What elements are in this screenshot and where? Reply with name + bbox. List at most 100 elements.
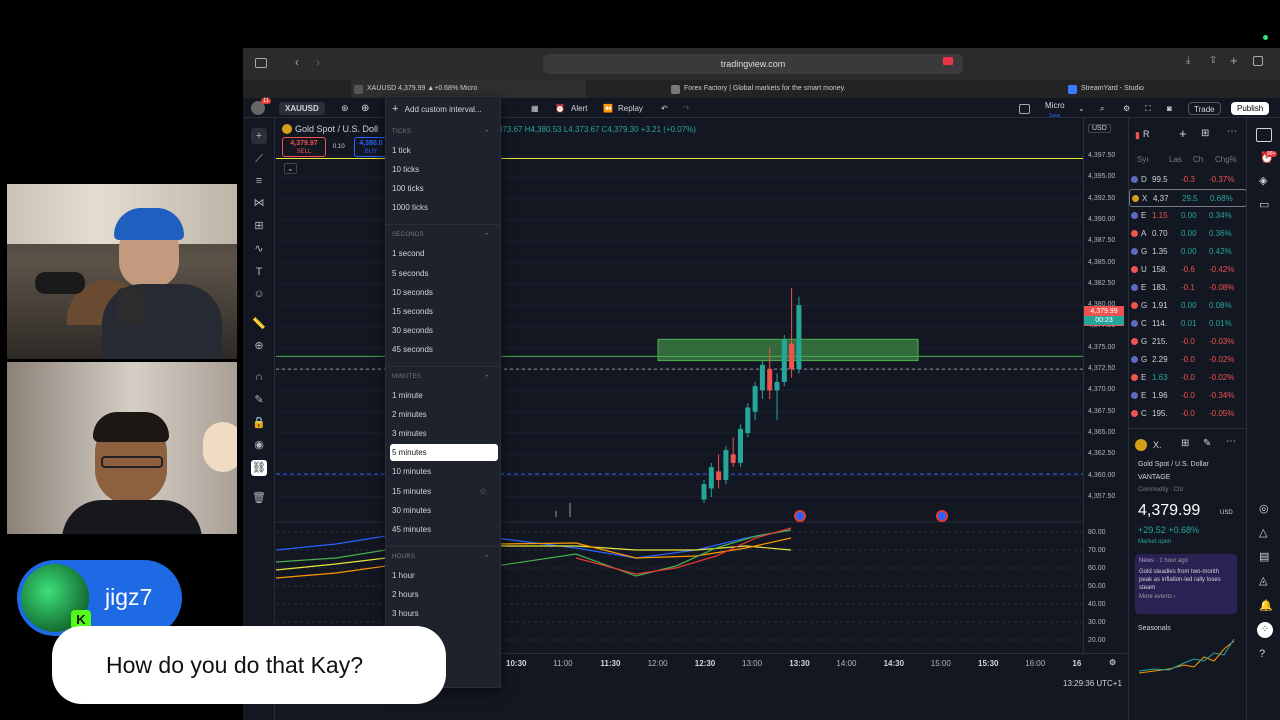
interval-option[interactable]: 1000 ticks [390, 199, 498, 216]
watchlist-row[interactable]: G 2.29 -0.0 -0.02% [1129, 351, 1247, 369]
watchlist-row[interactable]: A 0.70 0.00 0.36% [1129, 225, 1247, 243]
layout-grid-icon[interactable]: ▦ [531, 102, 539, 115]
price-axis[interactable]: USD 4,397.50 4,395.00 4,392.50 4,390.00 4,38… [1083, 118, 1127, 673]
layers-icon[interactable]: ◈ [1259, 174, 1267, 187]
back-icon[interactable]: ‹ [295, 55, 299, 69]
interval-option[interactable]: 1 minute [390, 387, 498, 404]
interval-option[interactable]: 45 seconds [390, 341, 498, 358]
chevron-down-icon[interactable]: ⌄ [1078, 102, 1085, 115]
interval-option[interactable]: 1 hour [390, 567, 498, 584]
add-custom-interval-button[interactable]: + Add custom interval... [392, 103, 482, 115]
eye-icon[interactable]: ◉ [251, 437, 267, 453]
interval-option[interactable]: 5 minutes [390, 444, 498, 462]
interval-option[interactable]: 10 minutes [390, 463, 498, 480]
col-symbol[interactable]: Syı [1137, 155, 1149, 164]
interval-option[interactable]: 3 hours [390, 605, 498, 622]
publish-button[interactable]: Publish [1231, 102, 1270, 115]
sell-button[interactable]: 4,379.97 SELL [282, 137, 326, 157]
trash-icon[interactable]: 🗑 [251, 490, 267, 506]
watchlist-row[interactable]: E 183. -0.1 -0.08% [1129, 279, 1247, 297]
forward-icon[interactable]: › [316, 55, 320, 69]
fib-icon[interactable]: ≡ [251, 173, 267, 189]
currency-selector[interactable]: USD [1088, 124, 1111, 133]
more-events-link[interactable]: More events › [1139, 594, 1233, 600]
ruler-icon[interactable]: 📏 [251, 316, 267, 332]
details-symbol[interactable]: X. [1153, 440, 1162, 450]
symbol-info-icon[interactable]: ⊛ [341, 102, 349, 115]
more-options-icon[interactable]: ⋯ [1227, 126, 1237, 137]
pattern-icon[interactable]: ⋈ [251, 195, 267, 211]
quick-search-icon[interactable]: ⌕ [1100, 102, 1104, 115]
add-symbol-icon[interactable]: + [1179, 126, 1187, 141]
stay-drawing-icon[interactable]: ✎ [251, 392, 267, 408]
collapse-legend-icon[interactable]: ⌄ [284, 163, 297, 174]
fullscreen-icon[interactable]: ⛶ [1145, 102, 1151, 115]
buy-button[interactable]: 4,380.0 BUY [354, 137, 388, 157]
symbol-search-button[interactable]: XAUUSD [279, 102, 325, 115]
magnet-icon[interactable]: ∩ [251, 369, 267, 385]
watchlist-row[interactable]: E 1.63 -0.0 -0.02% [1129, 369, 1247, 387]
zoom-in-icon[interactable]: ⊕ [251, 338, 267, 354]
trade-button[interactable]: Trade [1188, 102, 1221, 115]
watchlist-title[interactable]: R [1143, 129, 1150, 139]
interval-option[interactable]: 100 ticks [390, 180, 498, 197]
chat-icon[interactable]: ▭ [1259, 198, 1269, 211]
utc-clock[interactable]: 13:29:36 UTC+1 [1063, 679, 1122, 688]
favorite-star-icon[interactable]: ☆ [479, 483, 487, 500]
lock-icon[interactable]: 🔒 [251, 415, 267, 431]
interval-option[interactable]: 30 seconds [390, 322, 498, 339]
economic-event-flag-icon[interactable] [794, 510, 806, 522]
forecast-icon[interactable]: ⊞ [251, 218, 267, 234]
interval-option[interactable]: 10 seconds [390, 284, 498, 301]
col-change[interactable]: Ch [1193, 155, 1203, 164]
snapshot-camera-icon[interactable]: ◙ [1167, 102, 1172, 115]
interval-option[interactable]: 2 hours [390, 586, 498, 603]
interval-option[interactable]: 3 minutes [390, 425, 498, 442]
tabs-overview-icon[interactable] [1253, 56, 1263, 66]
calendar-icon[interactable]: ▤ [1259, 550, 1269, 563]
compare-add-icon[interactable]: ⊕ [361, 102, 369, 115]
emoji-icon[interactable]: ☺ [251, 286, 267, 302]
interval-option[interactable]: 5 seconds [390, 265, 498, 282]
interval-option[interactable]: 1 tick [390, 142, 498, 159]
tab-streamyard[interactable]: StreamYard - Studio [1065, 80, 1265, 98]
sidebar-toggle-icon[interactable] [255, 58, 267, 68]
details-more-icon[interactable]: ⋯ [1226, 436, 1236, 447]
time-axis-settings-icon[interactable]: ⚙ [1109, 658, 1116, 667]
help-icon[interactable]: ? [1259, 648, 1265, 660]
new-tab-icon[interactable]: + [1230, 53, 1238, 68]
alert-button[interactable]: Alert [571, 102, 587, 115]
settings-gear-icon[interactable]: ⚙ [1123, 102, 1130, 115]
col-last[interactable]: Las [1169, 155, 1182, 164]
layout-icon[interactable] [1019, 104, 1030, 114]
watchlist-icon[interactable] [1256, 128, 1272, 142]
brush-icon[interactable]: ∿ [251, 241, 267, 257]
interval-option[interactable]: 10 ticks [390, 161, 498, 178]
economic-event-flag-icon[interactable] [936, 510, 948, 522]
details-layout-icon[interactable]: ⊞ [1181, 438, 1189, 449]
interval-option[interactable]: 30 minutes [390, 502, 498, 519]
text-tool-icon[interactable]: T [251, 264, 267, 280]
watchlist-row[interactable]: G 215. -0.0 -0.03% [1129, 333, 1247, 351]
col-change-pct[interactable]: Chg% [1215, 155, 1237, 164]
interval-section-header[interactable]: MINUTES ⌃ [392, 374, 490, 382]
notifications-bell-icon[interactable]: 🔔 [1259, 599, 1273, 612]
watchlist-row[interactable]: U 158. -0.6 -0.42% [1129, 261, 1247, 279]
target-icon[interactable]: ◎ [1259, 502, 1269, 515]
interval-section-header[interactable]: TICKS ⌃ [392, 129, 490, 137]
trendline-icon[interactable]: ⟋ [251, 151, 267, 167]
interval-option[interactable]: 15 seconds [390, 303, 498, 320]
share-icon[interactable]: ⇪ [1209, 55, 1217, 66]
watchlist-row[interactable]: D 99.5 -0.3 -0.37% [1129, 171, 1247, 189]
watchlist-row[interactable]: G 1.91 0.00 0.08% [1129, 297, 1247, 315]
seasonals-title[interactable]: Seasonals [1138, 625, 1171, 632]
undo-icon[interactable]: ↶ [661, 102, 668, 115]
watchlist-row[interactable]: C 114. 0.01 0.01% [1129, 315, 1247, 333]
watchlist-row[interactable]: C 195. -0.0 -0.05% [1129, 405, 1247, 423]
url-bar[interactable]: tradingview.com [543, 54, 963, 74]
edit-icon[interactable]: ✎ [1203, 438, 1211, 449]
redo-icon[interactable]: ↷ [683, 102, 690, 115]
apps-grid-icon[interactable]: ⁘ [1257, 622, 1273, 638]
interval-section-header[interactable]: SECONDS ⌃ [392, 232, 490, 240]
download-icon[interactable]: ⤓ [1186, 55, 1190, 66]
